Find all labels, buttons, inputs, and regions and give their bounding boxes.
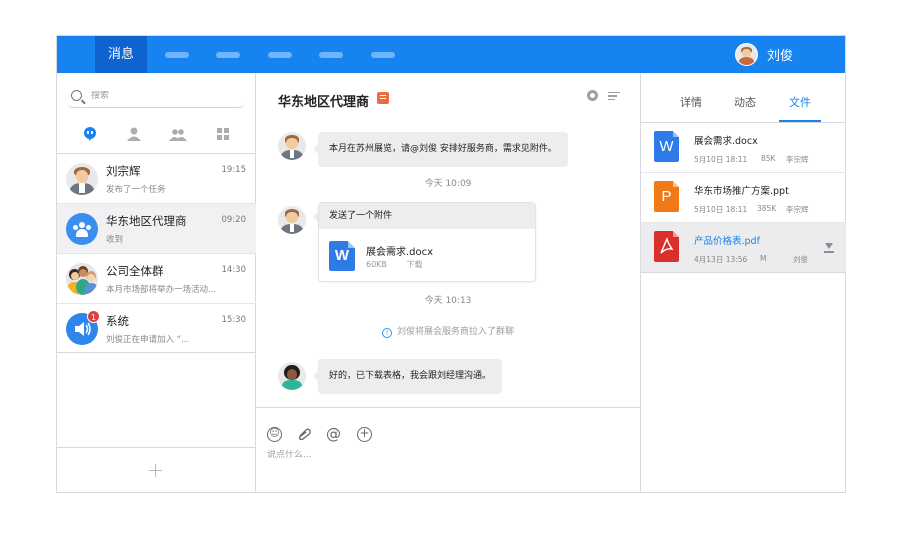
file-date: 4月13日 13:56 bbox=[694, 255, 748, 264]
ppt-file-icon: P bbox=[654, 181, 679, 212]
conversation-time: 19:15 bbox=[221, 165, 247, 175]
chat-icon[interactable] bbox=[81, 126, 99, 142]
chat-title: 华东地区代理商 bbox=[278, 95, 370, 110]
unread-badge: 1 bbox=[87, 310, 100, 323]
nav-tab-placeholder[interactable] bbox=[319, 52, 343, 58]
avatar[interactable] bbox=[278, 132, 306, 160]
download-icon[interactable] bbox=[824, 243, 834, 254]
conversation-preview: 刘俊正在申请加入 “... bbox=[106, 335, 190, 345]
avatar bbox=[66, 163, 98, 195]
nav-tab-placeholder[interactable] bbox=[371, 52, 395, 58]
attachment-icon[interactable] bbox=[297, 427, 312, 442]
conversation-time: 09:20 bbox=[221, 215, 247, 225]
tab-activity[interactable]: 动态 bbox=[734, 94, 756, 110]
system-notice: ! 刘俊将展会服务商拉入了群聊 bbox=[256, 324, 640, 338]
avatar[interactable] bbox=[734, 43, 758, 66]
group-avatar bbox=[66, 213, 98, 245]
pdf-glyph-icon bbox=[660, 236, 674, 254]
group-icon[interactable] bbox=[169, 126, 187, 142]
active-tab-indicator bbox=[779, 120, 821, 122]
nav-tab-placeholder[interactable] bbox=[216, 52, 240, 58]
nav-tab-placeholder[interactable] bbox=[165, 52, 189, 58]
person-icon[interactable] bbox=[125, 126, 143, 142]
conversation-item[interactable]: 1 系统 15:30 刘俊正在申请加入 “... bbox=[57, 303, 256, 353]
nav-tab-messages[interactable]: 消息 bbox=[95, 36, 147, 73]
conversation-title: 刘宗辉 bbox=[106, 164, 141, 178]
file-attachment-card[interactable]: 发送了一个附件 W 展会需求.docx 60KB 下载 bbox=[313, 202, 536, 282]
notice-icon[interactable] bbox=[377, 92, 389, 104]
filter-tabs bbox=[57, 123, 256, 145]
file-date: 5月10日 18:11 bbox=[694, 155, 748, 164]
conversation-preview: 收到 bbox=[106, 235, 124, 245]
avatar[interactable] bbox=[278, 206, 306, 234]
conversation-title: 华东地区代理商 bbox=[106, 214, 187, 228]
conversation-time: 14:30 bbox=[221, 265, 247, 275]
sidebar-footer bbox=[57, 447, 256, 492]
group-avatar bbox=[66, 263, 98, 295]
file-name[interactable]: 展会需求.docx bbox=[694, 133, 758, 147]
pdf-file-icon bbox=[654, 231, 679, 262]
file-date: 5月10日 18:11 bbox=[694, 205, 748, 214]
file-owner: 李宗辉 bbox=[786, 155, 809, 164]
word-file-icon: W bbox=[654, 131, 679, 162]
chat-panel: 华东地区代理商 本月在苏州展览，请@刘俊 安排好服务商，需求见附件。 今天 10… bbox=[256, 73, 640, 492]
file-name[interactable]: 展会需求.docx bbox=[366, 243, 433, 258]
apps-icon[interactable] bbox=[214, 126, 232, 142]
conversation-sidebar: 刘宗辉 19:15 发布了一个任务 华东地区代理商 09:20 收到 bbox=[57, 73, 256, 492]
file-owner: 刘俊 bbox=[793, 255, 808, 264]
conversation-item[interactable]: 刘宗辉 19:15 发布了一个任务 bbox=[57, 153, 256, 203]
file-size: M bbox=[760, 254, 767, 263]
avatar[interactable] bbox=[278, 362, 306, 390]
conversation-title: 公司全体群 bbox=[106, 264, 164, 278]
file-row[interactable]: W 展会需求.docx 5月10日 18:11 85K 李宗辉 bbox=[641, 123, 846, 173]
tab-files[interactable]: 文件 bbox=[789, 94, 811, 110]
search-input[interactable] bbox=[91, 90, 231, 101]
conversation-title: 系统 bbox=[106, 314, 129, 328]
message-text: 发送了一个附件 bbox=[319, 203, 535, 229]
app-window: 消息 刘俊 搜索 刘宗辉 19:15 发布了一个任务 华东地区代理商 09:20… bbox=[56, 35, 846, 493]
mention-icon[interactable]: @ bbox=[326, 427, 341, 442]
message-timestamp: 今天 10:13 bbox=[424, 296, 472, 306]
file-meta: 60KB 下载 bbox=[366, 259, 422, 270]
system-notice-text: 刘俊将展会服务商拉入了群聊 bbox=[396, 327, 514, 337]
search-box bbox=[67, 84, 245, 108]
user-menu[interactable]: 刘俊 bbox=[734, 43, 793, 66]
nav-tab-placeholder[interactable] bbox=[268, 52, 292, 58]
conversation-item[interactable]: 公司全体群 14:30 本月市场部将举办一场活动... bbox=[57, 253, 256, 303]
message-timestamp: 今天 10:09 bbox=[424, 179, 472, 189]
file-size: 385K bbox=[757, 204, 777, 213]
message-input[interactable] bbox=[267, 450, 567, 460]
search-icon bbox=[71, 90, 82, 101]
file-row[interactable]: 产品价格表.pdf 4月13日 13:56 M 刘俊 bbox=[641, 223, 846, 273]
file-size: 85K bbox=[761, 154, 776, 163]
emoji-icon[interactable]: ☺ bbox=[267, 427, 282, 442]
add-icon[interactable]: + bbox=[357, 427, 372, 442]
file-name[interactable]: 华东市场推广方案.ppt bbox=[694, 183, 789, 197]
user-name: 刘俊 bbox=[766, 49, 793, 64]
message-bubble: 好的，已下载表格，我会跟刘经理沟通。 bbox=[312, 359, 503, 394]
conversation-time: 15:30 bbox=[221, 315, 247, 325]
file-owner: 李宗辉 bbox=[786, 205, 809, 214]
gear-icon[interactable] bbox=[587, 90, 598, 101]
details-panel: 详情 动态 文件 W 展会需求.docx 5月10日 18:11 85K 李宗辉… bbox=[640, 73, 846, 492]
conversation-preview: 发布了一个任务 bbox=[106, 185, 166, 195]
message-composer: ☺ @ + bbox=[256, 407, 640, 492]
file-row[interactable]: P 华东市场推广方案.ppt 5月10日 18:11 385K 李宗辉 bbox=[641, 173, 846, 223]
info-icon: ! bbox=[381, 328, 392, 338]
word-file-icon: W bbox=[329, 241, 355, 271]
conversation-item[interactable]: 华东地区代理商 09:20 收到 bbox=[57, 203, 256, 253]
file-size: 60KB bbox=[366, 260, 387, 269]
download-link[interactable]: 下载 bbox=[406, 260, 422, 269]
details-tabs: 详情 动态 文件 bbox=[641, 73, 846, 123]
add-conversation-button[interactable] bbox=[149, 464, 162, 477]
menu-icon[interactable] bbox=[608, 92, 620, 100]
file-name[interactable]: 产品价格表.pdf bbox=[694, 233, 760, 247]
message-bubble: 本月在苏州展览，请@刘俊 安排好服务商，需求见附件。 bbox=[313, 132, 568, 167]
conversation-preview: 本月市场部将举办一场活动... bbox=[106, 285, 217, 295]
top-nav-bar: 消息 刘俊 bbox=[57, 36, 845, 73]
tab-details[interactable]: 详情 bbox=[680, 94, 702, 110]
